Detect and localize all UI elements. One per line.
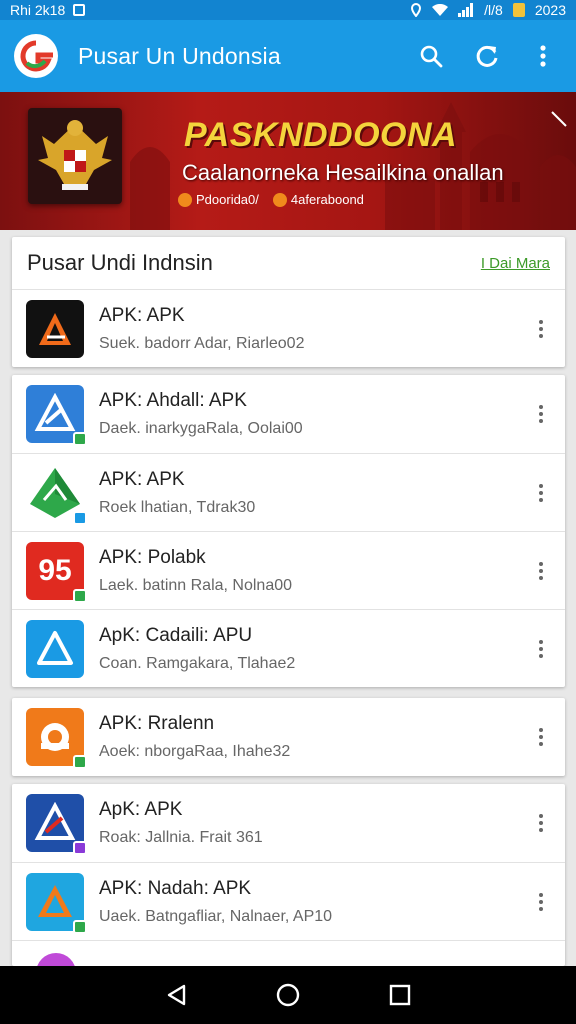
app-badge-icon [73, 841, 87, 855]
list-item[interactable]: ApK: Cadaili: APU Coan. Ramgakara, Tlaha… [12, 609, 565, 687]
section-card: ApK: APK Roak: Jallnia. Frait 361 APK: N… [12, 784, 565, 966]
banner-tag: Pdoorida0/ [178, 192, 259, 207]
section-title: Pusar Undi Indnsin [27, 250, 213, 275]
list-item[interactable]: APK: Nadah: APK Uaek. Batngafliar, Nalna… [12, 862, 565, 940]
app-title: APK: Nadah: APK [99, 877, 252, 899]
signal-icon [458, 3, 474, 17]
app-title: APK: Polabk [99, 546, 206, 568]
app-badge-icon [73, 919, 87, 934]
more-options-icon[interactable] [535, 482, 547, 504]
apk-app-icon [26, 794, 87, 855]
app-title: APK: Ahdall: APK [99, 390, 247, 411]
tag-dot-icon [272, 192, 287, 207]
notification-icon [73, 4, 86, 16]
status-left-text: Rhi 2k18 [10, 2, 66, 18]
app-title: Pusar Un Undonsia [78, 42, 281, 69]
list-item[interactable]: APK: APK Roek lhatian, Tdrak30 [12, 453, 565, 531]
system-nav-bar [0, 966, 576, 1024]
section-card: Pusar Undi Indnsin I Dai Mara APK: APK S… [12, 237, 565, 367]
app-badge-icon [73, 510, 87, 525]
app-subtitle: Daek. inarkygaRala, Oolai00 [99, 420, 303, 437]
search-icon[interactable] [416, 41, 446, 71]
more-options-icon[interactable] [535, 560, 547, 582]
promo-banner[interactable]: PASKNDDOONA Caalanorneka Hesailkina onal… [0, 92, 576, 230]
location-icon [411, 3, 422, 17]
more-options-icon[interactable] [535, 891, 547, 913]
more-vert-icon[interactable] [528, 41, 558, 71]
more-options-icon[interactable] [535, 403, 547, 425]
more-options-icon[interactable] [535, 318, 547, 340]
app-title: ApK: Cadaili: APU [99, 624, 253, 646]
app-subtitle: Roek lhatian, Tdrak30 [99, 498, 256, 516]
app-badge-icon [73, 432, 87, 446]
app-title: ApK: APK [99, 799, 183, 820]
app-subtitle: Aoek: nborgaRaa, Ihahe32 [99, 743, 291, 760]
status-time: 2023 [534, 2, 566, 18]
more-options-icon[interactable] [535, 726, 547, 748]
app-icon-label: 95 [38, 553, 72, 587]
banner-dismiss-icon[interactable] [550, 108, 570, 128]
more-options-icon[interactable] [535, 638, 547, 660]
status-right-text: /l/8 [484, 2, 503, 18]
apk-app-icon [26, 385, 87, 446]
back-icon[interactable] [161, 980, 191, 1010]
section-card: APK: Ahdall: APK Daek. inarkygaRala, Ool… [12, 375, 565, 687]
more-options-icon[interactable] [535, 812, 547, 834]
apk-app-icon [26, 872, 87, 934]
apk-app-icon [26, 708, 87, 769]
banner-tag: 4aferaboond [272, 192, 364, 207]
home-icon[interactable] [273, 980, 303, 1010]
section-card: APK: Rralenn Aoek: nborgaRaa, Ihahe32 [12, 698, 565, 776]
app-title: APK: Rralenn [99, 713, 215, 734]
tag-dot-icon [178, 192, 192, 207]
apk-app-icon [36, 953, 76, 966]
refresh-icon[interactable] [472, 41, 502, 71]
recents-icon[interactable] [385, 980, 415, 1010]
battery-icon [512, 3, 525, 17]
list-item[interactable]: APK: APK Suek. badorr Adar, Riarleo02 [12, 289, 565, 367]
list-item[interactable]: APK: Ahdall: APK Daek. inarkygaRala, Ool… [12, 375, 565, 453]
list-item-partial[interactable] [12, 940, 565, 966]
app-title: APK: APK [99, 468, 185, 490]
banner-subtitle: Caalanorneka Hesailkina onallan [182, 160, 504, 185]
list-item[interactable]: 95 APK: Polabk Laek. batinn Rala, Nolna0… [12, 531, 565, 609]
apk-app-icon [26, 464, 87, 525]
list-item[interactable]: ApK: APK Roak: Jallnia. Frait 361 [12, 784, 565, 862]
app-title: APK: APK [99, 304, 185, 326]
app-bar: Pusar Un Undonsia [0, 20, 576, 92]
app-badge-icon [73, 588, 87, 603]
app-subtitle: Suek. badorr Adar, Riarleo02 [99, 334, 305, 352]
app-logo-icon[interactable] [14, 34, 58, 78]
app-badge-icon [73, 755, 87, 769]
app-subtitle: Coan. Ramgakara, Tlahae2 [99, 654, 296, 672]
apk-app-icon: 95 [26, 541, 87, 603]
banner-title: PASKNDDOONA [184, 116, 458, 154]
app-subtitle: Roak: Jallnia. Frait 361 [99, 829, 263, 846]
apk-app-icon [26, 619, 84, 678]
app-subtitle: Laek. batinn Rala, Nolna00 [99, 576, 293, 594]
app-subtitle: Uaek. Batngafliar, Nalnaer, AP10 [99, 907, 333, 925]
apk-app-icon [26, 299, 84, 358]
wifi-icon [432, 4, 449, 16]
see-more-link[interactable]: I Dai Mara [481, 255, 550, 272]
garuda-emblem-icon [28, 108, 122, 204]
list-item[interactable]: APK: Rralenn Aoek: nborgaRaa, Ihahe32 [12, 698, 565, 776]
status-bar: Rhi 2k18 /l/8 2023 [0, 0, 576, 20]
